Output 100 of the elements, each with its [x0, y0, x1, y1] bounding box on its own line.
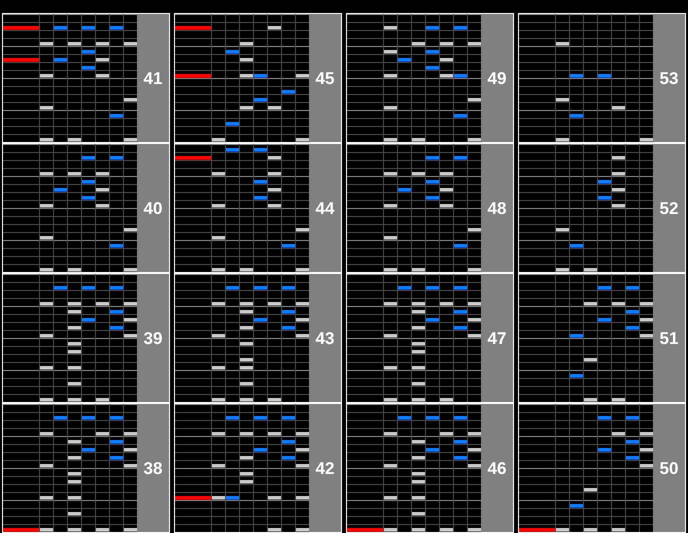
key-note	[598, 416, 611, 420]
key-note	[412, 172, 425, 176]
key-note	[212, 366, 225, 370]
key-note	[440, 432, 453, 436]
key-note	[110, 286, 123, 290]
key-note	[384, 74, 397, 78]
key-note	[226, 416, 239, 420]
key-note	[268, 528, 281, 532]
key-note	[82, 448, 95, 452]
key-note	[626, 440, 639, 444]
key-note	[426, 180, 439, 184]
key-note	[296, 464, 309, 468]
key-note	[440, 42, 453, 46]
measure-number: 39	[144, 330, 162, 346]
key-note	[110, 244, 123, 248]
key-note	[68, 528, 81, 532]
key-note	[268, 26, 281, 30]
key-note	[556, 138, 569, 142]
key-note	[268, 398, 281, 402]
key-note	[412, 342, 425, 346]
key-note	[468, 42, 481, 46]
key-note	[640, 138, 653, 142]
key-note	[40, 106, 53, 110]
key-note	[426, 448, 439, 452]
key-note	[398, 286, 411, 290]
key-note	[240, 366, 253, 370]
key-note	[598, 196, 611, 200]
key-note	[82, 26, 95, 30]
key-note	[640, 432, 653, 436]
key-note	[254, 286, 267, 290]
measure-number: 52	[660, 200, 678, 216]
key-note	[254, 180, 267, 184]
scratch-note	[347, 528, 383, 532]
key-note	[296, 528, 309, 532]
key-note	[612, 302, 625, 306]
key-note	[440, 302, 453, 306]
key-note	[426, 156, 439, 160]
key-note	[426, 66, 439, 70]
key-note	[282, 440, 295, 444]
key-note	[82, 196, 95, 200]
key-note	[212, 204, 225, 208]
key-note	[426, 50, 439, 54]
key-note	[412, 302, 425, 306]
key-note	[612, 188, 625, 192]
key-note	[454, 440, 467, 444]
key-note	[40, 302, 53, 306]
key-note	[454, 326, 467, 330]
key-note	[296, 432, 309, 436]
key-note	[598, 448, 611, 452]
key-note	[268, 106, 281, 110]
key-note	[110, 440, 123, 444]
key-note	[212, 268, 225, 272]
key-note	[454, 286, 467, 290]
key-note	[384, 366, 397, 370]
key-note	[226, 286, 239, 290]
key-note	[212, 302, 225, 306]
key-note	[296, 74, 309, 78]
key-note	[96, 432, 109, 436]
measure-number: 46	[488, 460, 506, 476]
key-note	[240, 106, 253, 110]
scratch-note	[175, 74, 211, 78]
key-note	[240, 58, 253, 62]
key-note	[68, 512, 81, 516]
key-note	[598, 180, 611, 184]
key-note	[96, 188, 109, 192]
key-note	[254, 148, 267, 152]
key-note	[296, 448, 309, 452]
key-note	[570, 244, 583, 248]
measure-number: 42	[316, 460, 334, 476]
key-note	[640, 464, 653, 468]
key-note	[124, 138, 137, 142]
key-note	[384, 528, 397, 532]
key-note	[254, 196, 267, 200]
key-note	[96, 302, 109, 306]
key-note	[212, 398, 225, 402]
key-note	[240, 302, 253, 306]
key-note	[212, 334, 225, 338]
key-note	[412, 310, 425, 314]
key-note	[268, 156, 281, 160]
key-note	[384, 496, 397, 500]
measure-number: 43	[316, 330, 334, 346]
key-note	[468, 528, 481, 532]
key-note	[240, 268, 253, 272]
key-note	[454, 114, 467, 118]
key-note	[384, 204, 397, 208]
key-note	[626, 286, 639, 290]
key-note	[384, 302, 397, 306]
key-note	[254, 318, 267, 322]
scratch-note	[519, 528, 555, 532]
key-note	[54, 58, 67, 62]
key-note	[68, 138, 81, 142]
key-note	[296, 496, 309, 500]
key-note	[54, 286, 67, 290]
key-note	[82, 318, 95, 322]
key-note	[240, 472, 253, 476]
key-note	[412, 512, 425, 516]
scratch-note	[3, 528, 39, 532]
key-note	[40, 528, 53, 532]
key-note	[68, 382, 81, 386]
key-note	[40, 366, 53, 370]
